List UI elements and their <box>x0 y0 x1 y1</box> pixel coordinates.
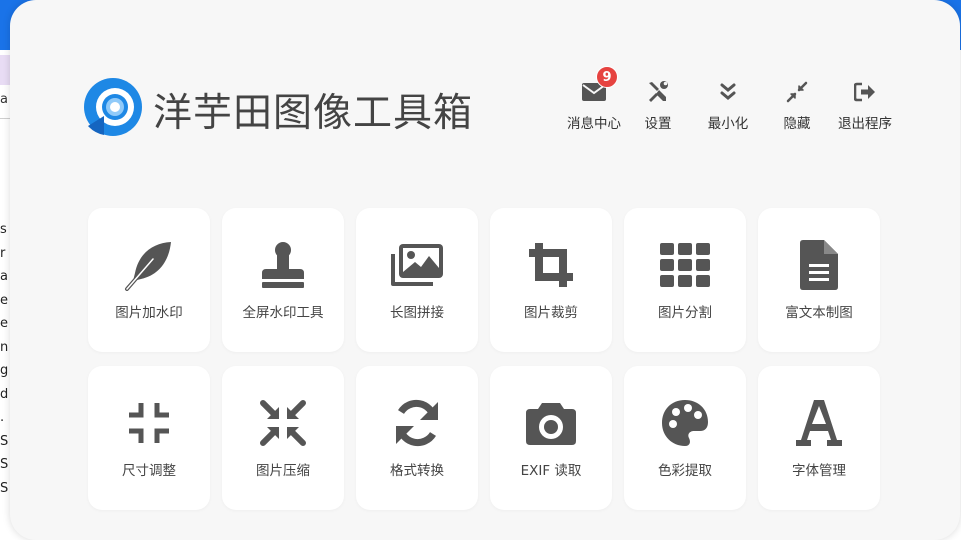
tool-rich-text-image[interactable]: 富文本制图 <box>758 208 880 352</box>
palette-icon <box>624 396 746 450</box>
camera-icon <box>490 396 612 450</box>
tool-label: 长图拼接 <box>390 305 444 321</box>
double-chevron-down-icon <box>714 80 742 104</box>
message-center-label: 消息中心 <box>567 116 621 132</box>
tool-label: 富文本制图 <box>785 305 853 321</box>
settings-label: 设置 <box>644 116 672 132</box>
hide-button[interactable]: 隐藏 <box>781 80 813 136</box>
exit-label: 退出程序 <box>838 116 892 132</box>
tool-crop[interactable]: 图片裁剪 <box>490 208 612 352</box>
compress-arrows-icon <box>783 80 811 104</box>
tool-label: 色彩提取 <box>658 463 712 479</box>
tool-label: EXIF 读取 <box>520 463 582 479</box>
exit-button[interactable]: 退出程序 <box>834 80 896 136</box>
tool-split[interactable]: 图片分割 <box>624 208 746 352</box>
images-icon <box>356 238 478 292</box>
tool-label: 图片加水印 <box>115 305 183 321</box>
tool-compress[interactable]: 图片压缩 <box>222 366 344 510</box>
sign-out-icon <box>851 80 879 104</box>
image-toolbox-window: 洋芋田图像工具箱 9 消息中心 设置 最小化 隐藏 退出程序 图片加水印 全屏水… <box>10 0 960 540</box>
minimize-label: 最小化 <box>707 116 749 132</box>
compress-icon <box>88 396 210 450</box>
tool-label: 字体管理 <box>792 463 846 479</box>
settings-button[interactable]: 设置 <box>642 80 674 136</box>
minimize-button[interactable]: 最小化 <box>704 80 752 136</box>
tool-color-extract[interactable]: 色彩提取 <box>624 366 746 510</box>
sync-icon <box>356 396 478 450</box>
tools-icon <box>644 80 672 104</box>
tool-label: 尺寸调整 <box>122 463 176 479</box>
tool-label: 图片裁剪 <box>524 305 578 321</box>
app-title: 洋芋田图像工具箱 <box>153 91 474 136</box>
tool-label: 图片分割 <box>658 305 712 321</box>
stamp-icon <box>222 238 344 292</box>
tool-fullscreen-watermark[interactable]: 全屏水印工具 <box>222 208 344 352</box>
tool-resize[interactable]: 尺寸调整 <box>88 366 210 510</box>
compress-arrows-alt-icon <box>222 396 344 450</box>
tool-add-watermark[interactable]: 图片加水印 <box>88 208 210 352</box>
feather-icon <box>88 238 210 292</box>
font-icon <box>758 396 880 450</box>
tool-label: 格式转换 <box>390 463 444 479</box>
tool-font-manage[interactable]: 字体管理 <box>758 366 880 510</box>
grid-icon <box>624 238 746 292</box>
file-text-icon <box>758 238 880 292</box>
app-logo <box>82 76 144 138</box>
envelope-icon: 9 <box>580 66 618 104</box>
tool-long-image-stitch[interactable]: 长图拼接 <box>356 208 478 352</box>
tool-label: 全屏水印工具 <box>242 305 324 321</box>
tool-exif-read[interactable]: EXIF 读取 <box>490 366 612 510</box>
crop-icon <box>490 238 612 292</box>
hide-label: 隐藏 <box>783 116 811 132</box>
unread-count-badge: 9 <box>596 66 618 88</box>
message-center-button[interactable]: 9 消息中心 <box>562 66 626 136</box>
tool-label: 图片压缩 <box>256 463 310 479</box>
tool-format-convert[interactable]: 格式转换 <box>356 366 478 510</box>
